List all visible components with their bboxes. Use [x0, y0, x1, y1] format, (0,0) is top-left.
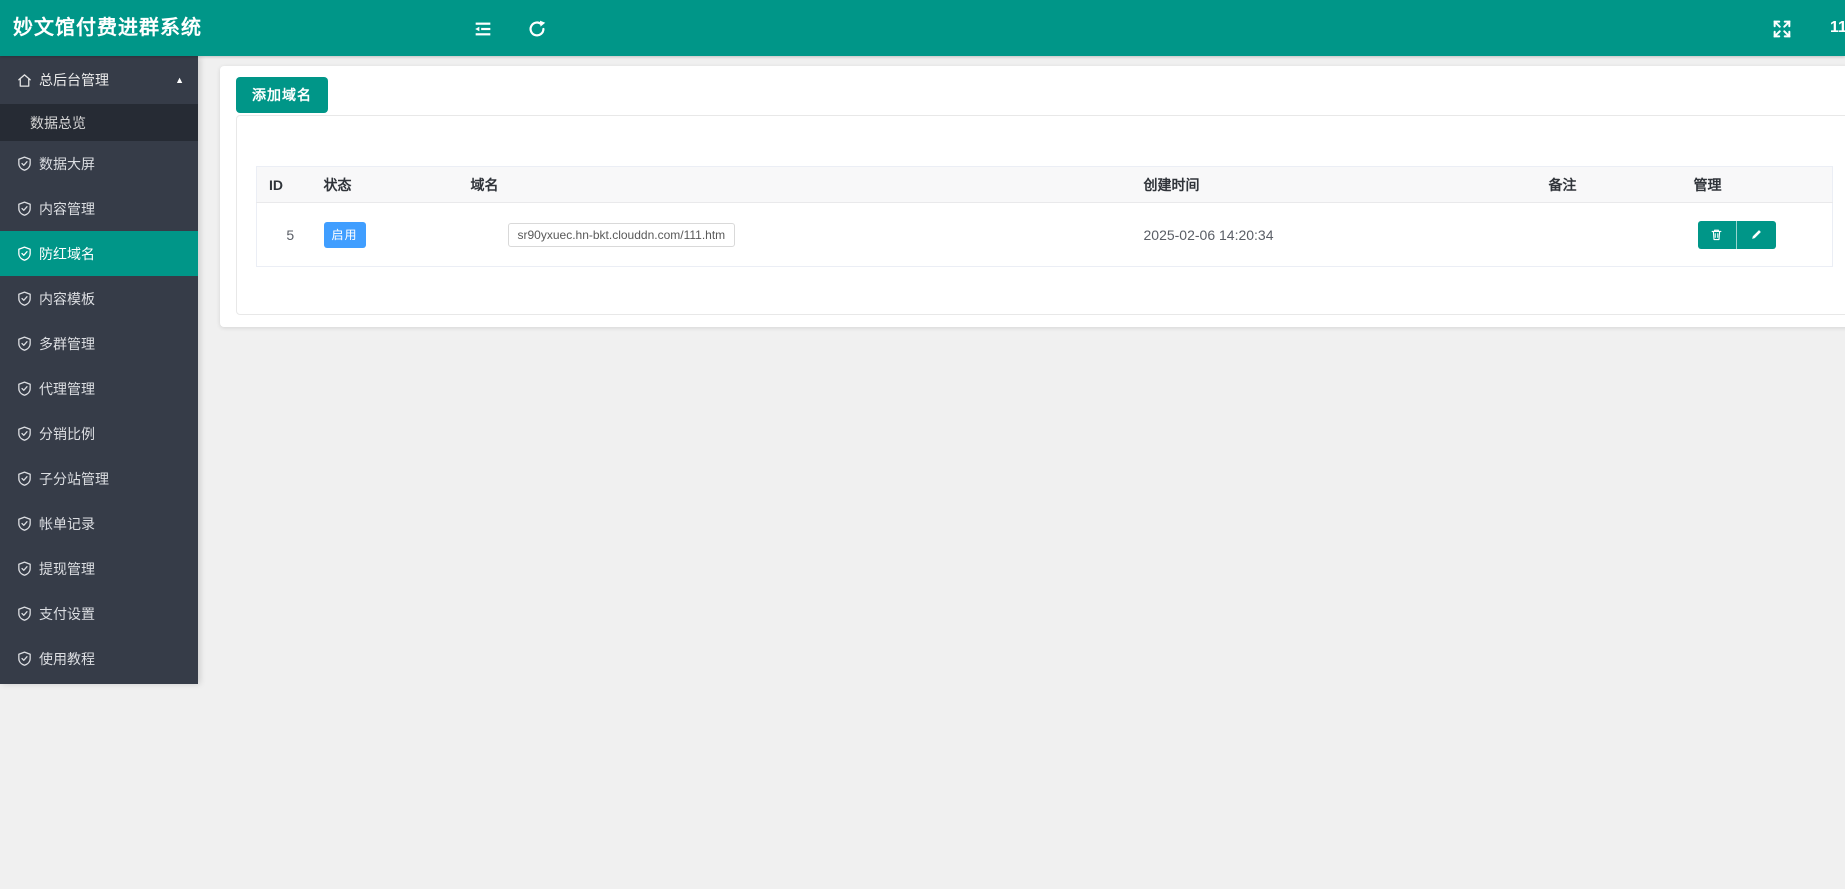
cell-actions	[1681, 202, 1833, 267]
sidebar-item-withdrawal-mgmt[interactable]: 提现管理	[0, 546, 198, 591]
sidebar-item-label: 多群管理	[39, 335, 95, 352]
sidebar-item-content-mgmt[interactable]: 内容管理	[0, 186, 198, 231]
sidebar-item-admin-root[interactable]: 总后台管理 ▲	[0, 56, 198, 104]
sidebar-item-billing-records[interactable]: 帐单记录	[0, 501, 198, 546]
col-header-remark: 备注	[1536, 166, 1682, 203]
row-action-group	[1697, 220, 1776, 249]
cell-status: 启用	[311, 202, 459, 267]
pencil-icon	[1751, 230, 1761, 239]
fullscreen-icon[interactable]	[1771, 18, 1793, 40]
shield-check-icon	[18, 651, 31, 666]
chevron-up-icon: ▲	[175, 75, 184, 85]
sidebar-item-label: 使用教程	[39, 650, 95, 667]
trash-icon	[1711, 229, 1722, 241]
sidebar-item-label: 防红域名	[39, 245, 95, 262]
sidebar-item-data-screen[interactable]: 数据大屏	[0, 141, 198, 186]
sidebar-item-multi-group[interactable]: 多群管理	[0, 321, 198, 366]
collapse-sidebar-icon[interactable]	[472, 18, 494, 40]
sidebar-item-label: 支付设置	[39, 605, 95, 622]
sidebar-item-data-overview[interactable]: 数据总览	[0, 104, 198, 141]
shield-check-icon	[18, 561, 31, 576]
sidebar-item-label: 子分站管理	[39, 470, 109, 487]
status-badge: 启用	[323, 221, 366, 248]
cell-id: 5	[256, 202, 312, 267]
sidebar-item-list: 数据大屏 内容管理 防红域名 内容模板 多群管理 代理管理 分销比例 子分站管理…	[0, 141, 198, 681]
col-header-status: 状态	[311, 166, 459, 203]
table-row: 5 启用 sr90yxuec.hn-bkt.clouddn.com/111.ht…	[256, 202, 1833, 267]
sidebar-item-distribution-ratio[interactable]: 分销比例	[0, 411, 198, 456]
sidebar-nav: 总后台管理 ▲ 数据总览 数据大屏 内容管理 防红域名 内容模板 多群管理 代理…	[0, 56, 198, 684]
shield-check-icon	[18, 426, 31, 441]
sidebar-item-payment-settings[interactable]: 支付设置	[0, 591, 198, 636]
domain-value-box[interactable]: sr90yxuec.hn-bkt.clouddn.com/111.htm	[507, 222, 736, 247]
delete-domain-button[interactable]	[1697, 220, 1737, 249]
cell-remark	[1536, 202, 1682, 267]
sidebar-parent-label: 总后台管理	[39, 72, 109, 88]
sidebar-item-label: 内容模板	[39, 290, 95, 307]
add-domain-button[interactable]: 添加域名	[236, 77, 328, 113]
app-title: 妙文馆付费进群系统	[13, 17, 202, 39]
sidebar-item-user-guide[interactable]: 使用教程	[0, 636, 198, 681]
shield-check-icon	[18, 291, 31, 306]
shield-check-icon	[18, 471, 31, 486]
shield-check-icon	[18, 246, 31, 261]
shield-check-icon	[18, 336, 31, 351]
cell-created-at: 2025-02-06 14:20:34	[1131, 202, 1537, 267]
shield-check-icon	[18, 201, 31, 216]
col-header-created: 创建时间	[1131, 166, 1537, 203]
content-card: 添加域名 ID 状态 域名 创建时间 备注 管理 5 启用 sr90yxuec.…	[220, 66, 1845, 327]
sidebar-sub-label: 数据总览	[30, 114, 86, 131]
shield-check-icon	[18, 381, 31, 396]
sidebar-item-label: 分销比例	[39, 425, 95, 442]
home-icon	[18, 73, 31, 87]
sidebar-item-label: 内容管理	[39, 200, 95, 217]
cell-domain: sr90yxuec.hn-bkt.clouddn.com/111.htm	[458, 202, 1132, 267]
sidebar-item-label: 数据大屏	[39, 155, 95, 172]
sidebar-item-agent-mgmt[interactable]: 代理管理	[0, 366, 198, 411]
col-header-id: ID	[256, 166, 312, 203]
sidebar-item-label: 提现管理	[39, 560, 95, 577]
sidebar-item-label: 代理管理	[39, 380, 95, 397]
shield-check-icon	[18, 516, 31, 531]
domain-table-panel: ID 状态 域名 创建时间 备注 管理 5 启用 sr90yxuec.hn-bk…	[236, 115, 1845, 315]
col-header-manage: 管理	[1681, 166, 1833, 203]
sidebar-item-substation-mgmt[interactable]: 子分站管理	[0, 456, 198, 501]
sidebar-item-antired-domain[interactable]: 防红域名	[0, 231, 198, 276]
sidebar-item-label: 帐单记录	[39, 515, 95, 532]
domain-table: ID 状态 域名 创建时间 备注 管理 5 启用 sr90yxuec.hn-bk…	[256, 166, 1833, 267]
sidebar-item-content-template[interactable]: 内容模板	[0, 276, 198, 321]
shield-check-icon	[18, 606, 31, 621]
refresh-icon[interactable]	[526, 18, 548, 40]
topbar-right-text[interactable]: 11	[1830, 0, 1845, 56]
top-navbar: 妙文馆付费进群系统 11	[0, 0, 1845, 56]
table-header-row: ID 状态 域名 创建时间 备注 管理	[256, 166, 1833, 203]
col-header-domain: 域名	[458, 166, 1132, 203]
shield-check-icon	[18, 156, 31, 171]
edit-domain-button[interactable]	[1736, 220, 1776, 249]
